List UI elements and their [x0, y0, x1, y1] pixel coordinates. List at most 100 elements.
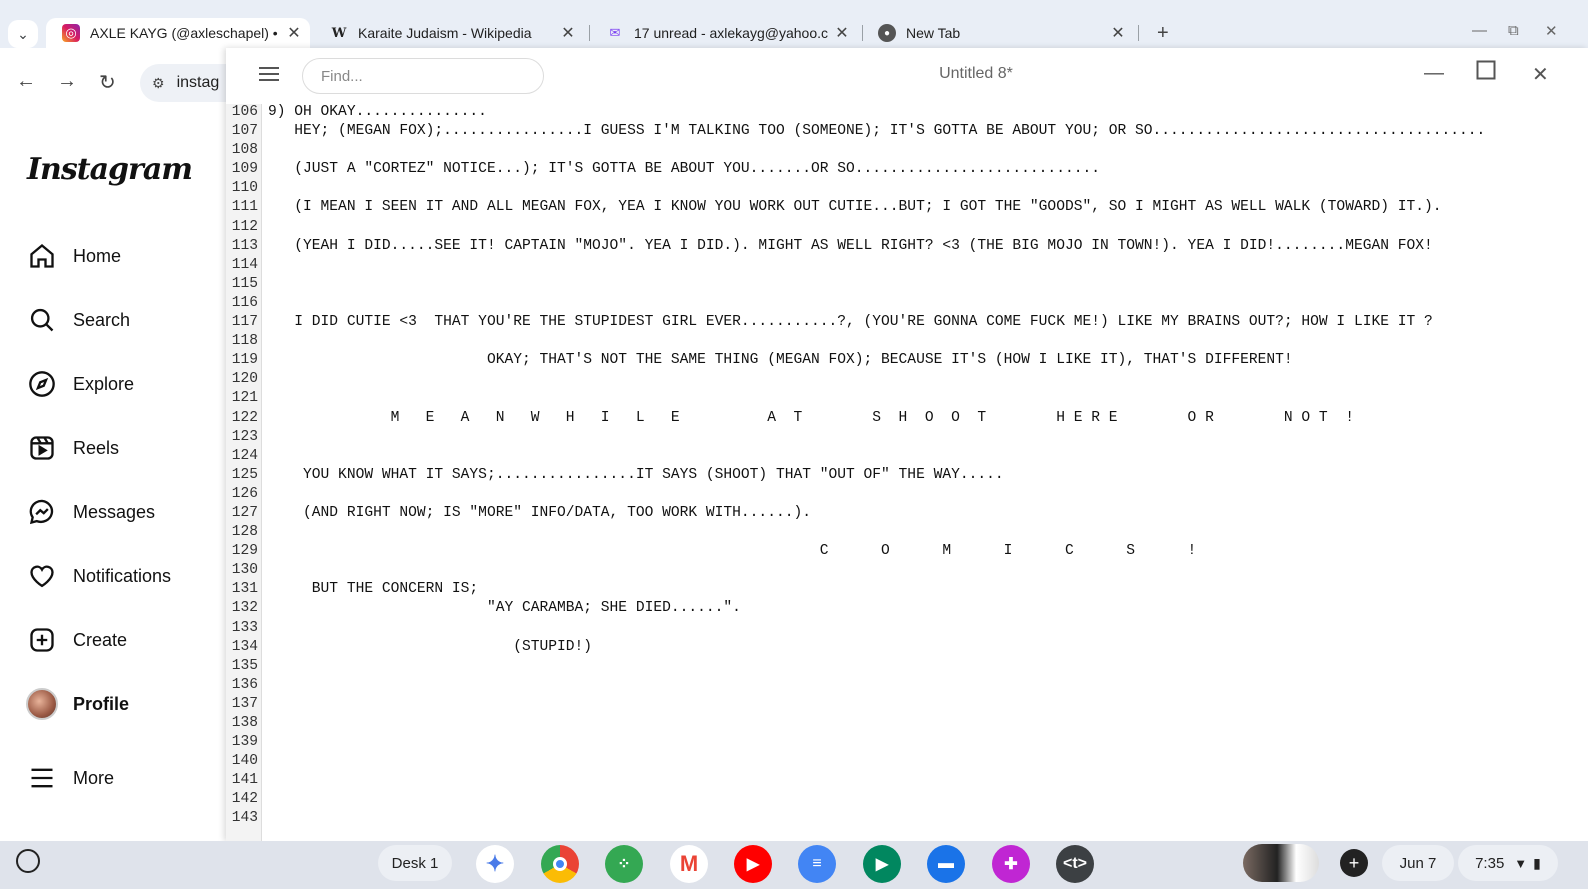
close-tab-icon[interactable]: ✕ [830, 23, 854, 43]
close-tab-icon[interactable]: ✕ [556, 23, 580, 43]
maximize-editor-icon[interactable] [1476, 60, 1496, 86]
editor-line[interactable]: 111 (I MEAN I SEEN IT AND ALL MEGAN FOX,… [226, 198, 1588, 217]
line-number: 136 [231, 676, 258, 693]
reload-icon[interactable]: ↻ [99, 70, 116, 95]
editor-line[interactable]: 108 [226, 141, 1588, 160]
editor-line[interactable]: 131 BUT THE CONCERN IS; [226, 580, 1588, 599]
nav-explore[interactable]: Explore [26, 364, 134, 404]
desk-button[interactable]: Desk 1 [378, 845, 452, 881]
play-store-icon[interactable]: ▶ [863, 845, 901, 883]
editor-line[interactable]: 120 [226, 370, 1588, 389]
editor-line[interactable]: 119 OKAY; THAT'S NOT THE SAME THING (MEG… [226, 351, 1588, 370]
editor-line[interactable]: 142 [226, 790, 1588, 809]
back-icon[interactable]: ← [16, 70, 36, 93]
line-text [262, 485, 268, 504]
editor-line[interactable]: 124 [226, 447, 1588, 466]
editor-line[interactable]: 115 [226, 275, 1588, 294]
new-tab-button[interactable]: + [1157, 22, 1169, 45]
editor-line[interactable]: 129 C O M I C S ! [226, 542, 1588, 561]
editor-line[interactable]: 141 [226, 771, 1588, 790]
editor-line[interactable]: 106 9) OH OKAY............... [226, 103, 1588, 122]
editor-line[interactable]: 127 (AND RIGHT NOW; IS "MORE" INFO/DATA,… [226, 504, 1588, 523]
tab-mail[interactable]: ✉ 17 unread - axlekayg@yahoo.c ✕ [590, 18, 858, 48]
editor-line[interactable]: 109 (JUST A "CORTEZ" NOTICE...); IT'S GO… [226, 160, 1588, 179]
line-number: 133 [231, 619, 258, 636]
editor-line[interactable]: 117 I DID CUTIE <3 THAT YOU'RE THE STUPI… [226, 313, 1588, 332]
tab-instagram[interactable]: ◎ AXLE KAYG (@axleschapel) • In ✕ [46, 18, 310, 48]
editor-line[interactable]: 118 [226, 332, 1588, 351]
close-tab-icon[interactable]: ✕ [282, 23, 306, 43]
editor-line[interactable]: 139 [226, 733, 1588, 752]
editor-line[interactable]: 112 [226, 218, 1588, 237]
add-icon[interactable]: + [1340, 849, 1368, 877]
holding-space-thumbnails[interactable] [1243, 844, 1319, 882]
avatar [26, 688, 58, 720]
editor-line[interactable]: 114 [226, 256, 1588, 275]
terminal-icon[interactable]: <t> [1056, 845, 1094, 883]
editor-line[interactable]: 137 [226, 695, 1588, 714]
launcher-button[interactable] [16, 849, 40, 873]
editor-line[interactable]: 122 M E A N W H I L E A T S H O O T H E … [226, 409, 1588, 428]
editor-line[interactable]: 113 (YEAH I DID.....SEE IT! CAPTAIN "MOJ… [226, 237, 1588, 256]
line-number: 122 [231, 409, 258, 426]
forward-icon[interactable]: → [57, 70, 77, 93]
gmail-icon[interactable]: M [670, 845, 708, 883]
apps-icon[interactable]: ⁘ [605, 845, 643, 883]
editor-line[interactable]: 133 [226, 619, 1588, 638]
editor-line[interactable]: 132 "AY CARAMBA; SHE DIED......". [226, 599, 1588, 618]
date-pill[interactable]: Jun 7 [1382, 845, 1454, 881]
docs-icon[interactable]: ≡ [798, 845, 836, 883]
hamburger-menu-icon[interactable] [258, 64, 280, 89]
chrome-icon[interactable] [541, 845, 579, 883]
editor-line[interactable]: 116 [226, 294, 1588, 313]
close-window-icon[interactable]: ✕ [1545, 22, 1558, 40]
tab-title: Karaite Judaism - Wikipedia [358, 25, 532, 41]
close-editor-icon[interactable]: ✕ [1532, 62, 1549, 87]
tab-wikipedia[interactable]: W Karaite Judaism - Wikipedia ✕ [314, 18, 584, 48]
tab-new-tab[interactable]: ● New Tab ✕ [862, 18, 1134, 48]
status-tray[interactable]: 7:35 ▼ ▮ [1458, 845, 1558, 881]
line-text: OKAY; THAT'S NOT THE SAME THING (MEGAN F… [268, 352, 1293, 369]
nav-notifications[interactable]: Notifications [26, 556, 171, 596]
line-number: 143 [231, 810, 258, 827]
chevron-down-icon: ⌄ [17, 25, 29, 42]
editor-line[interactable]: 128 [226, 523, 1588, 542]
nav-more[interactable]: More [26, 758, 114, 798]
editor-line[interactable]: 126 [226, 485, 1588, 504]
editor-line[interactable]: 125 YOU KNOW WHAT IT SAYS;..............… [226, 466, 1588, 485]
editor-line[interactable]: 130 [226, 561, 1588, 580]
nav-profile[interactable]: Profile [26, 684, 129, 724]
restore-window-icon[interactable]: ⧉ [1508, 22, 1519, 39]
line-text [262, 619, 268, 638]
editor-line[interactable]: 110 [226, 179, 1588, 198]
nav-label: Messages [73, 501, 156, 522]
nav-create[interactable]: Create [26, 620, 127, 660]
nav-messages[interactable]: Messages [26, 492, 155, 532]
editor-line[interactable]: 135 [226, 657, 1588, 676]
minimize-editor-icon[interactable]: — [1424, 62, 1444, 85]
minimize-window-icon[interactable]: — [1472, 22, 1487, 39]
files-icon[interactable]: ▬ [927, 845, 965, 883]
site-settings-icon[interactable]: ⚙ [152, 75, 165, 92]
editor-line[interactable]: 134 (STUPID!) [226, 638, 1588, 657]
tab-search-button[interactable]: ⌄ [8, 20, 38, 48]
close-tab-icon[interactable]: ✕ [1106, 23, 1130, 43]
nav-home[interactable]: Home [26, 236, 121, 276]
editor-line[interactable]: 138 [226, 714, 1588, 733]
photo-app-icon[interactable]: ✚ [992, 845, 1030, 883]
nav-reels[interactable]: Reels [26, 428, 119, 468]
find-input[interactable]: Find... [302, 58, 544, 94]
editor-line[interactable]: 121 [226, 389, 1588, 408]
editor-line[interactable]: 140 [226, 752, 1588, 771]
line-text: C O M I C S ! [268, 543, 1197, 560]
line-number: 127 [231, 504, 258, 521]
youtube-icon[interactable]: ▶ [734, 845, 772, 883]
editor-line[interactable]: 107 HEY; (MEGAN FOX);................I G… [226, 122, 1588, 141]
nav-search[interactable]: Search [26, 300, 130, 340]
editor-line[interactable]: 143 [226, 809, 1588, 828]
editor-line[interactable]: 123 [226, 428, 1588, 447]
gemini-icon[interactable]: ✦ [476, 845, 514, 883]
editor-line[interactable]: 136 [226, 676, 1588, 695]
editor-text-area[interactable]: 106 9) OH OKAY............... 107 HEY; (ME… [226, 103, 1588, 829]
instagram-logo[interactable]: Instagram [27, 152, 193, 187]
